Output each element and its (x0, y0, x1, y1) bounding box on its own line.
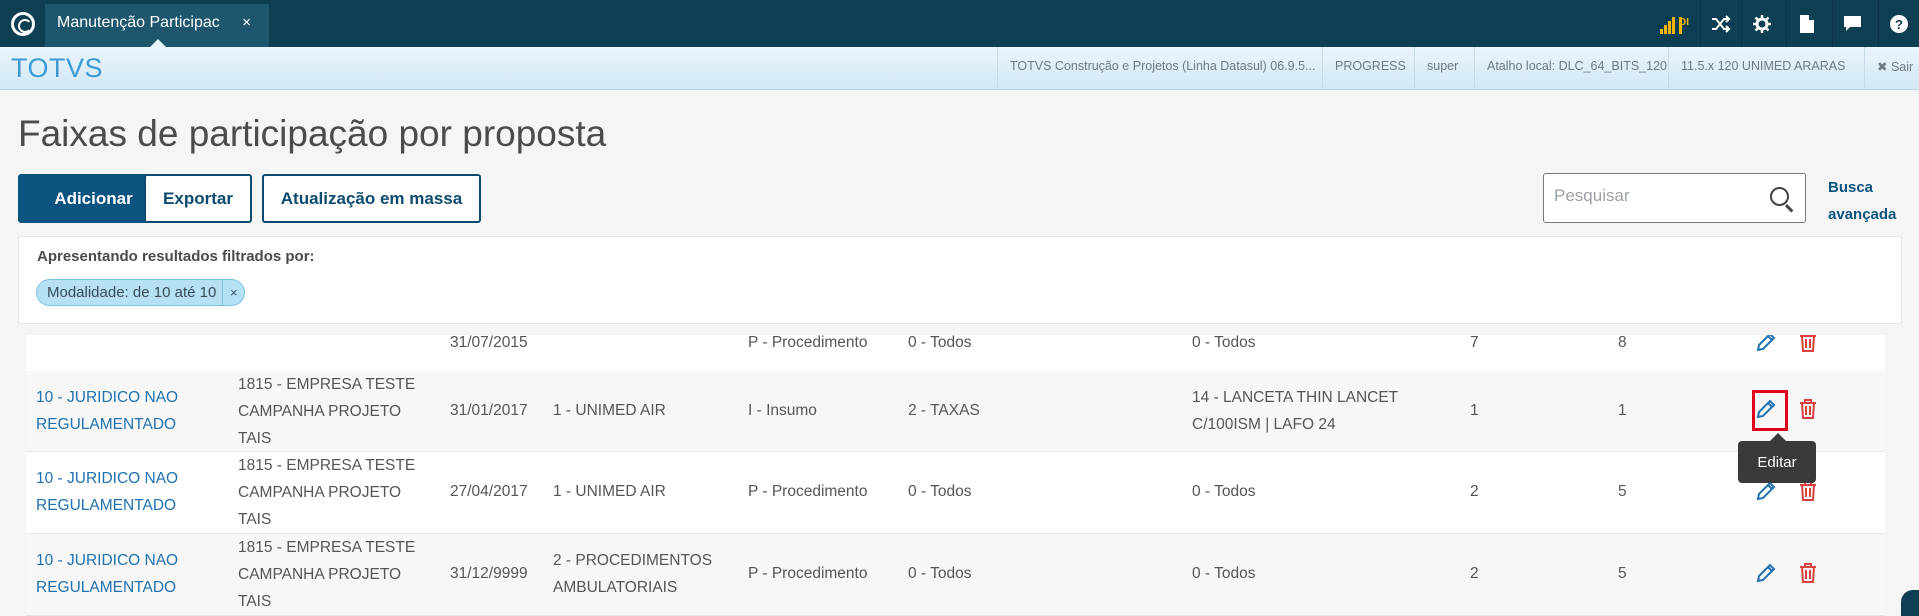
filter-chip: Modalidade: de 10 até 10 × (36, 279, 246, 306)
cell-empresa: GASOLINA SA (238, 335, 341, 343)
cell-item: 0 - Todos (1192, 335, 1256, 351)
shortcut-info: Atalho local: DLC_64_BITS_120 (1474, 47, 1667, 90)
cell-grupo: EXAMES BASICOS (553, 335, 691, 343)
filter-panel: Apresentando resultados filtrados por: M… (18, 236, 1902, 324)
cell-modalidade[interactable]: 10 - JURIDICO NAO REGULAMENTADO (36, 465, 178, 519)
signal-icon[interactable]: DI (1660, 14, 1694, 34)
table-row: 10 - JURIDICO NAO REGULAMENTADO 1815 - EM… (26, 371, 1885, 452)
cell-grupo: 2 - PROCEDIMENTOS AMBULATORIAIS (553, 552, 713, 596)
cell-value-2: 5 (1618, 565, 1627, 582)
shuffle-icon[interactable] (1700, 0, 1740, 47)
cell-empresa: 1815 - EMPRESA TESTE CAMPANHA PROJETO TAIS (238, 539, 416, 610)
cell-modalidade[interactable]: 10 - JURIDICO NAO REGULAMENTADO (36, 384, 178, 438)
cell-tipo: P - Procedimento (748, 565, 868, 582)
totvs-logo-icon[interactable] (11, 12, 35, 36)
cell-value-1: 2 (1470, 565, 1479, 582)
document-icon[interactable] (1786, 0, 1826, 47)
cell-modalidade[interactable]: 10 - JURIDICO NAO REGULAMENTADO (36, 547, 178, 601)
trash-icon[interactable] (1797, 398, 1823, 424)
cell-item: 14 - LANCETA THIN LANCET C/100ISM | LAFO … (1192, 389, 1399, 433)
cell-data: 31/07/2015 (450, 335, 528, 351)
trash-icon[interactable] (1797, 562, 1823, 588)
cell-classe: 2 - TAXAS (908, 402, 980, 419)
exit-button[interactable]: ✖ Sair (1864, 47, 1919, 90)
tab-pointer (150, 39, 166, 47)
pencil-icon[interactable] (1755, 480, 1781, 506)
page-title: Faixas de participação por proposta (18, 113, 607, 154)
cell-data: 31/01/2017 (450, 402, 528, 419)
cell-value-2: 5 (1618, 483, 1627, 500)
brand-logo: TOTVS (11, 53, 104, 83)
top-bar: Manutenção Participac × DI ? (0, 0, 1919, 47)
info-bar: TOTVS TOTVS Construção e Projetos (Linha… (0, 47, 1919, 90)
mass-update-button[interactable]: Atualização em massa (262, 174, 481, 223)
advanced-search-link[interactable]: Busca avançada (1828, 174, 1908, 228)
search-input[interactable] (1554, 186, 1754, 206)
cell-modalidade[interactable]: REGULAMENTADO (36, 335, 176, 343)
cell-value-1: 2 (1470, 483, 1479, 500)
trash-icon[interactable] (1797, 335, 1823, 357)
cell-empresa: 1815 - EMPRESA TESTE CAMPANHA PROJETO TAIS (238, 457, 416, 528)
filter-chip-label: Modalidade: de 10 até 10 (47, 284, 217, 301)
edit-tooltip: Editar (1738, 433, 1816, 483)
filter-chip-close-icon[interactable]: × (222, 280, 244, 305)
results-table: REGULAMENTADO GASOLINA SA 31/07/2015 EXA… (26, 335, 1885, 616)
cell-data: 31/12/9999 (450, 565, 528, 582)
product-info: TOTVS Construção e Projetos (Linha Datas… (997, 47, 1322, 90)
cell-item: 0 - Todos (1192, 565, 1256, 582)
cell-classe: 0 - Todos (908, 483, 972, 500)
cell-grupo: 1 - UNIMED AIR (553, 483, 666, 500)
cell-value-1: 7 (1470, 335, 1479, 351)
filter-label: Apresentando resultados filtrados por: (37, 248, 315, 265)
gear-icon[interactable] (1741, 0, 1781, 47)
database-info: PROGRESS (1322, 47, 1413, 90)
cell-empresa: 1815 - EMPRESA TESTE CAMPANHA PROJETO TAIS (238, 376, 416, 447)
cell-item: 0 - Todos (1192, 483, 1256, 500)
cell-grupo: 1 - UNIMED AIR (553, 402, 666, 419)
tab-close-icon[interactable]: × (242, 14, 251, 31)
pencil-icon[interactable] (1755, 562, 1781, 588)
cell-value-2: 1 (1618, 402, 1627, 419)
cell-tipo: I - Insumo (748, 402, 817, 419)
table-row: 10 - JURIDICO NAO REGULAMENTADO 1815 - EM… (26, 452, 1885, 534)
cell-value-2: 8 (1618, 335, 1627, 351)
tab-label: Manutenção Participac (57, 14, 220, 31)
table-row: 10 - JURIDICO NAO REGULAMENTADO 1815 - EM… (26, 534, 1885, 616)
trash-icon[interactable] (1797, 480, 1823, 506)
edit-button-highlight[interactable] (1752, 390, 1788, 431)
chat-icon[interactable] (1832, 0, 1872, 47)
cell-classe: 0 - Todos (908, 565, 972, 582)
cell-tipo: P - Procedimento (748, 483, 868, 500)
scrollbar[interactable] (1901, 590, 1919, 616)
export-button[interactable]: Exportar (144, 174, 252, 223)
search-box (1543, 173, 1806, 223)
cell-tipo: P - Procedimento (748, 335, 868, 351)
cell-data: 27/04/2017 (450, 483, 528, 500)
help-icon[interactable]: ? (1878, 0, 1918, 47)
company-info: 11.5.x 120 UNIMED ARARAS (1668, 47, 1864, 90)
search-icon[interactable] (1770, 187, 1789, 206)
user-info: super (1414, 47, 1474, 90)
pencil-icon[interactable] (1755, 335, 1781, 357)
signal-label: DI (1679, 17, 1689, 34)
svg-text:?: ? (1895, 17, 1903, 32)
cell-classe: 0 - Todos (908, 335, 972, 351)
cell-value-1: 1 (1470, 402, 1479, 419)
